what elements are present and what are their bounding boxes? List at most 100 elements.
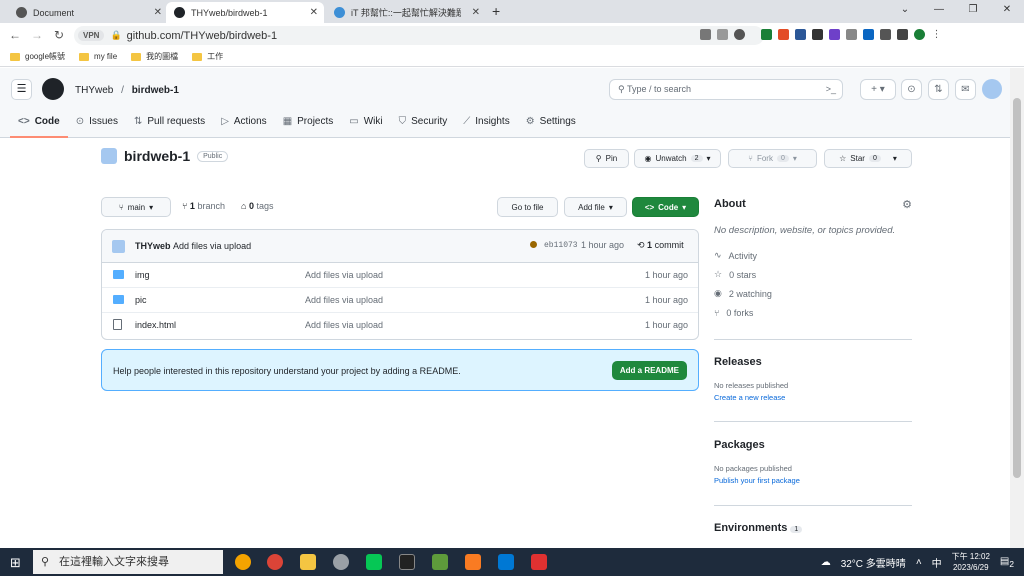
windows-start-icon[interactable]: ⊞ (10, 555, 21, 571)
browser-tab[interactable]: Document ✕ (8, 2, 168, 23)
publish-package-link[interactable]: Publish your first package (714, 476, 912, 485)
taskbar-search-input[interactable]: ⚲ 在這裡輸入文字來搜尋 (33, 550, 223, 574)
unwatch-button[interactable]: ◉ Unwatch 2 ▾ (634, 149, 721, 168)
app-icon[interactable] (432, 554, 448, 570)
forward-icon[interactable]: → (26, 28, 48, 42)
command-palette-icon[interactable]: >_ (826, 80, 836, 99)
star-button[interactable]: ☆ Star 0 ▾ (824, 149, 912, 168)
tab-actions[interactable]: ▷ Actions (213, 114, 275, 138)
extension-icon[interactable] (846, 29, 857, 40)
go-to-file-button[interactable]: Go to file (497, 197, 558, 217)
menu-icon[interactable]: ⋮ (931, 29, 942, 40)
gift-icon[interactable] (531, 554, 547, 570)
tab-pull-requests[interactable]: ⇅ Pull requests (126, 114, 213, 138)
packages-heading[interactable]: Packages (714, 439, 912, 451)
tab-wiki[interactable]: ▭ Wiki (341, 114, 390, 138)
scrollbar[interactable] (1010, 68, 1024, 548)
commit-message[interactable]: Add files via upload (173, 241, 251, 251)
minimize-icon[interactable]: — (922, 0, 956, 23)
pin-button[interactable]: ⚲ Pin (584, 149, 629, 168)
file-commit-message[interactable]: Add files via upload (305, 320, 383, 330)
line-icon[interactable] (366, 554, 382, 570)
file-explorer-icon[interactable] (300, 554, 316, 570)
weather-text[interactable]: 32°C 多雲時晴 (841, 555, 906, 570)
close-tab-icon[interactable]: ✕ (472, 7, 480, 18)
pull-requests-icon[interactable]: ⇅ (928, 79, 949, 100)
bookmark-item[interactable]: google帳號 (10, 51, 65, 62)
bookmark-item[interactable]: 我的圖檔 (131, 51, 178, 62)
activity-link[interactable]: ∿ Activity (714, 246, 912, 265)
commit-author[interactable]: THYweb (135, 241, 171, 251)
terminal-icon[interactable] (399, 554, 415, 570)
branch-selector[interactable]: ⑂ main ▾ (101, 197, 171, 217)
vpn-badge[interactable]: VPN (78, 30, 105, 41)
gear-icon[interactable]: ⚙ (902, 198, 912, 211)
notification-icon[interactable]: ▤2 (1000, 556, 1014, 569)
file-commit-message[interactable]: Add files via upload (305, 295, 383, 305)
new-tab-icon[interactable]: + (492, 3, 500, 19)
sublime-icon[interactable] (465, 554, 481, 570)
share-icon[interactable] (717, 29, 728, 40)
extension-icon[interactable] (863, 29, 874, 40)
forks-link[interactable]: ⑂ 0 forks (714, 303, 912, 322)
tags-link[interactable]: ⌂ 0 tags (241, 201, 273, 211)
add-file-button[interactable]: Add file ▾ (564, 197, 627, 217)
table-row[interactable]: img Add files via upload 1 hour ago (102, 263, 698, 288)
github-logo-icon[interactable] (42, 78, 64, 100)
tab-projects[interactable]: ▦ Projects (275, 114, 342, 138)
issues-icon[interactable]: ⊙ (901, 79, 922, 100)
chrome-canary-icon[interactable] (235, 554, 251, 570)
scrollbar-thumb[interactable] (1013, 98, 1021, 478)
ime-indicator[interactable]: 中 (932, 555, 942, 570)
create-new-button[interactable]: + ▾ (860, 79, 896, 100)
extension-icon[interactable] (795, 29, 806, 40)
inbox-icon[interactable]: ✉ (955, 79, 976, 100)
browser-tab[interactable]: iT 邦幫忙::一起幫忙解決難題，拯 ✕ (326, 2, 486, 23)
tab-insights[interactable]: ⟋ Insights (455, 114, 517, 138)
repo-link[interactable]: birdweb-1 (132, 85, 179, 96)
close-tab-icon[interactable]: ✕ (154, 7, 162, 18)
tab-issues[interactable]: ⊙ Issues (68, 114, 126, 138)
extension-icon[interactable] (812, 29, 823, 40)
file-name-link[interactable]: img (135, 270, 150, 280)
tab-security[interactable]: ⛉ Security (391, 114, 456, 138)
environments-heading[interactable]: Environments (714, 522, 787, 534)
search-input[interactable]: ⚲ Type / to search >_ (609, 79, 843, 100)
add-readme-button[interactable]: Add a README (611, 361, 687, 380)
reload-icon[interactable]: ↻ (48, 28, 70, 42)
commits-link[interactable]: ⟲ 1 commit (637, 240, 684, 251)
avatar[interactable] (982, 79, 1002, 99)
extension-icon[interactable] (778, 29, 789, 40)
clock[interactable]: 下午 12:02 2023/6/29 (952, 551, 990, 573)
table-row[interactable]: index.html Add files via upload 1 hour a… (102, 313, 698, 338)
close-tab-icon[interactable]: ✕ (310, 7, 318, 18)
fork-button[interactable]: ⑂ Fork 0 ▾ (728, 149, 817, 168)
branches-link[interactable]: ⑂ 1 branch (182, 201, 225, 211)
vscode-icon[interactable] (498, 554, 514, 570)
releases-heading[interactable]: Releases (714, 356, 912, 368)
tab-code[interactable]: <> Code (10, 114, 68, 138)
browser-tab-active[interactable]: THYweb/birdweb-1 ✕ (166, 2, 324, 23)
back-icon[interactable]: ← (4, 28, 26, 42)
table-row[interactable]: pic Add files via upload 1 hour ago (102, 288, 698, 313)
puzzle-icon[interactable] (880, 29, 891, 40)
extension-icon[interactable] (829, 29, 840, 40)
tab-settings[interactable]: ⚙ Settings (518, 114, 584, 138)
weather-icon[interactable]: ☁ (821, 557, 831, 568)
owner-link[interactable]: THYweb (75, 85, 113, 96)
extension-icon[interactable] (761, 29, 772, 40)
star-bookmark-icon[interactable] (734, 29, 745, 40)
stars-link[interactable]: ☆ 0 stars (714, 265, 912, 284)
code-button[interactable]: <> Code ▾ (632, 197, 699, 217)
tab-search-icon[interactable]: ⌄ (888, 0, 922, 23)
status-dot-icon[interactable] (530, 241, 537, 248)
install-icon[interactable] (700, 29, 711, 40)
close-window-icon[interactable]: ✕ (990, 0, 1024, 23)
profile-icon[interactable] (914, 29, 925, 40)
chevron-up-icon[interactable]: ˄ (916, 557, 922, 568)
url-field[interactable]: VPN 🔒 github.com/THYweb/birdweb-1 (74, 26, 764, 45)
bookmark-item[interactable]: 工作 (192, 51, 223, 62)
repo-name[interactable]: birdweb-1 (124, 148, 190, 164)
file-commit-message[interactable]: Add files via upload (305, 270, 383, 280)
bookmark-item[interactable]: my file (79, 52, 117, 61)
